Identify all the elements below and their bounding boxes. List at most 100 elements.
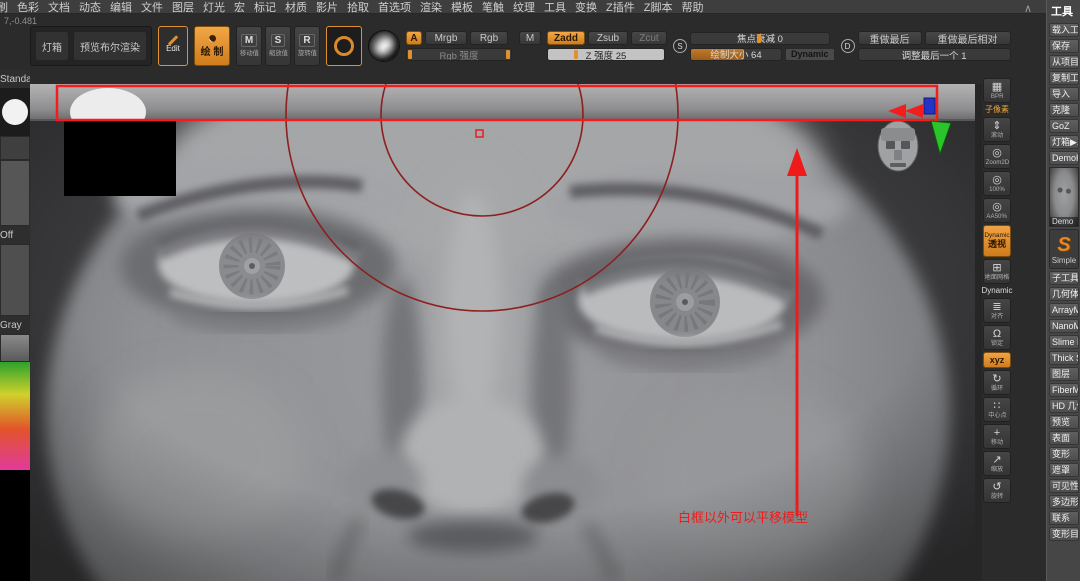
menu-transform[interactable]: 变换 bbox=[575, 0, 597, 14]
mrgb-button[interactable]: Mrgb bbox=[425, 31, 467, 45]
stroke-selector[interactable] bbox=[0, 88, 30, 136]
slider-thumb[interactable] bbox=[757, 34, 761, 43]
pivot-button[interactable]: ∷ 中心点 bbox=[983, 397, 1011, 422]
lightbox-to-tool-button[interactable]: 灯箱▶工具 bbox=[1049, 135, 1079, 149]
canvas-rotate-button[interactable]: ↺ 旋转 bbox=[983, 478, 1011, 503]
clone-button[interactable]: 克隆 bbox=[1049, 103, 1079, 117]
tool-section-slime-bridge[interactable]: Slime Bridge bbox=[1049, 335, 1079, 349]
tool-section-preview[interactable]: 预览 bbox=[1049, 415, 1079, 429]
tool-section-deformation[interactable]: 变形 bbox=[1049, 447, 1079, 461]
zsub-button[interactable]: Zsub bbox=[588, 31, 628, 45]
tool-section-masking[interactable]: 遮罩 bbox=[1049, 463, 1079, 477]
tool-section-surface[interactable]: 表面 bbox=[1049, 431, 1079, 445]
get-from-project-button[interactable]: 从项目获取 bbox=[1049, 55, 1079, 69]
color-a-button[interactable]: A bbox=[406, 31, 422, 45]
z-intensity-slider[interactable]: Z 强度 25 bbox=[547, 48, 665, 61]
color-picker-corner[interactable] bbox=[0, 334, 30, 362]
menu-zplugin[interactable]: Z插件 bbox=[606, 0, 635, 14]
current-material-button[interactable] bbox=[368, 30, 400, 62]
align-button[interactable]: ≣ 对齐 bbox=[983, 298, 1011, 323]
focal-shift-icon[interactable]: S bbox=[673, 39, 687, 53]
import-button[interactable]: 导入 bbox=[1049, 87, 1079, 101]
tool-section-hd-geometry[interactable]: HD 几何体 bbox=[1049, 399, 1079, 413]
menu-render[interactable]: 渲染 bbox=[420, 0, 442, 14]
tool-section-geometry[interactable]: 几何体编辑 bbox=[1049, 287, 1079, 301]
menu-zscript[interactable]: Z脚本 bbox=[644, 0, 673, 14]
spin-button[interactable]: ↻ 循环 bbox=[983, 370, 1011, 395]
texture-selector[interactable] bbox=[0, 160, 30, 226]
tray-collapse-icon[interactable]: ∧ bbox=[1024, 2, 1032, 15]
menu-preferences[interactable]: 首选项 bbox=[378, 0, 411, 14]
slider-thumb[interactable] bbox=[506, 50, 510, 59]
edit-button[interactable]: Edit bbox=[158, 26, 188, 66]
draw-size-slider[interactable]: 绘制大小 64 bbox=[690, 48, 782, 61]
tool-section-polygroups[interactable]: 多边形组 bbox=[1049, 495, 1079, 509]
sculpt-canvas[interactable]: 白框以外可以平移模型 bbox=[30, 84, 975, 581]
material-selector[interactable] bbox=[0, 244, 30, 316]
menu-file[interactable]: 文件 bbox=[141, 0, 163, 14]
menu-stroke[interactable]: 笔触 bbox=[482, 0, 504, 14]
alpha-selector[interactable] bbox=[0, 136, 30, 160]
canvas-move-button[interactable]: + 移动 bbox=[983, 424, 1011, 449]
menu-marker[interactable]: 标记 bbox=[254, 0, 276, 14]
save-tool-button[interactable]: 保存 bbox=[1049, 39, 1079, 53]
copy-tool-button[interactable]: 复制工具 bbox=[1049, 71, 1079, 85]
redo-last-button[interactable]: 重做最后 bbox=[858, 31, 922, 45]
scroll-button[interactable]: ⇕ 滚动 bbox=[983, 117, 1011, 142]
menu-edit[interactable]: 编辑 bbox=[110, 0, 132, 14]
load-tool-button[interactable]: 载入工具 bbox=[1049, 23, 1079, 37]
redo-last-relative-button[interactable]: 重做最后相对 bbox=[925, 31, 1011, 45]
goz-button[interactable]: GoZ bbox=[1049, 119, 1079, 133]
menu-document[interactable]: 文档 bbox=[48, 0, 70, 14]
adjust-icon[interactable]: D bbox=[841, 39, 855, 53]
zadd-button[interactable]: Zadd bbox=[547, 31, 585, 45]
bpr-button[interactable]: ▦ BPR bbox=[983, 78, 1011, 103]
lock-button[interactable]: Ω 锁定 bbox=[983, 325, 1011, 350]
current-tool-name[interactable]: DemoHead bbox=[1049, 151, 1079, 165]
tool-section-arraymesh[interactable]: ArrayMesh bbox=[1049, 303, 1079, 317]
rotate-mode-button[interactable]: R 旋转值 bbox=[294, 26, 320, 66]
hue-strip[interactable] bbox=[0, 362, 30, 470]
draw-button[interactable]: 绘 制 bbox=[194, 26, 230, 66]
zoom2d-button[interactable]: ◎ Zoom2D bbox=[983, 144, 1011, 169]
zcut-button[interactable]: Zcut bbox=[631, 31, 667, 45]
simple-brush-tool[interactable]: S Simple bbox=[1049, 229, 1079, 269]
menu-tool[interactable]: 工具 bbox=[544, 0, 566, 14]
menu-dynamic[interactable]: 动态 bbox=[79, 0, 101, 14]
canvas-scale-button[interactable]: ↗ 缩放 bbox=[983, 451, 1011, 476]
menu-layer[interactable]: 图层 bbox=[172, 0, 194, 14]
focal-shift-slider[interactable]: 焦点衰减 0 bbox=[690, 32, 830, 45]
floor-grid-button[interactable]: ⊞ 地面网格 bbox=[983, 259, 1011, 284]
brush-name-label[interactable]: Standard bbox=[0, 70, 30, 88]
rgb-intensity-slider[interactable]: Rgb 强度 bbox=[406, 48, 512, 61]
tool-section-layers[interactable]: 图层 bbox=[1049, 367, 1079, 381]
spix-label[interactable]: 子像素 bbox=[985, 105, 1009, 115]
tool-section-visibility[interactable]: 可见性 bbox=[1049, 479, 1079, 493]
actual-size-button[interactable]: ◎ 100% bbox=[983, 171, 1011, 196]
menu-brush[interactable]: 笔刷 bbox=[0, 0, 8, 14]
current-tool-thumbnail[interactable]: Demo bbox=[1049, 167, 1079, 227]
slider-thumb[interactable] bbox=[574, 50, 578, 59]
tool-section-morph-target[interactable]: 变形目标 bbox=[1049, 527, 1079, 541]
menu-texture[interactable]: 纹理 bbox=[513, 0, 535, 14]
camview-widget[interactable] bbox=[878, 121, 918, 171]
lightbox-button[interactable]: 灯箱 bbox=[35, 31, 69, 61]
rgb-button[interactable]: Rgb bbox=[470, 31, 508, 45]
menu-material[interactable]: 材质 bbox=[285, 0, 307, 14]
slider-thumb[interactable] bbox=[408, 50, 412, 59]
aahalf-button[interactable]: ◎ AA50% bbox=[983, 198, 1011, 223]
menu-picker[interactable]: 拾取 bbox=[347, 0, 369, 14]
tool-section-fibermesh[interactable]: FiberMesh bbox=[1049, 383, 1079, 397]
menu-movie[interactable]: 影片 bbox=[316, 0, 338, 14]
tool-section-subtool[interactable]: 子工具 bbox=[1049, 271, 1079, 285]
tool-section-nanomesh[interactable]: NanoMesh bbox=[1049, 319, 1079, 333]
scale-mode-button[interactable]: S 缩放值 bbox=[265, 26, 291, 66]
menu-stencil[interactable]: 模板 bbox=[451, 0, 473, 14]
menu-light[interactable]: 灯光 bbox=[203, 0, 225, 14]
tool-section-contact[interactable]: 联系 bbox=[1049, 511, 1079, 525]
current-brush-button[interactable] bbox=[326, 26, 362, 66]
dynamic-size-button[interactable]: Dynamic bbox=[785, 48, 835, 61]
menu-color[interactable]: 色彩 bbox=[17, 0, 39, 14]
menu-help[interactable]: 帮助 bbox=[681, 0, 703, 14]
move-mode-button[interactable]: M 移动值 bbox=[236, 26, 262, 66]
